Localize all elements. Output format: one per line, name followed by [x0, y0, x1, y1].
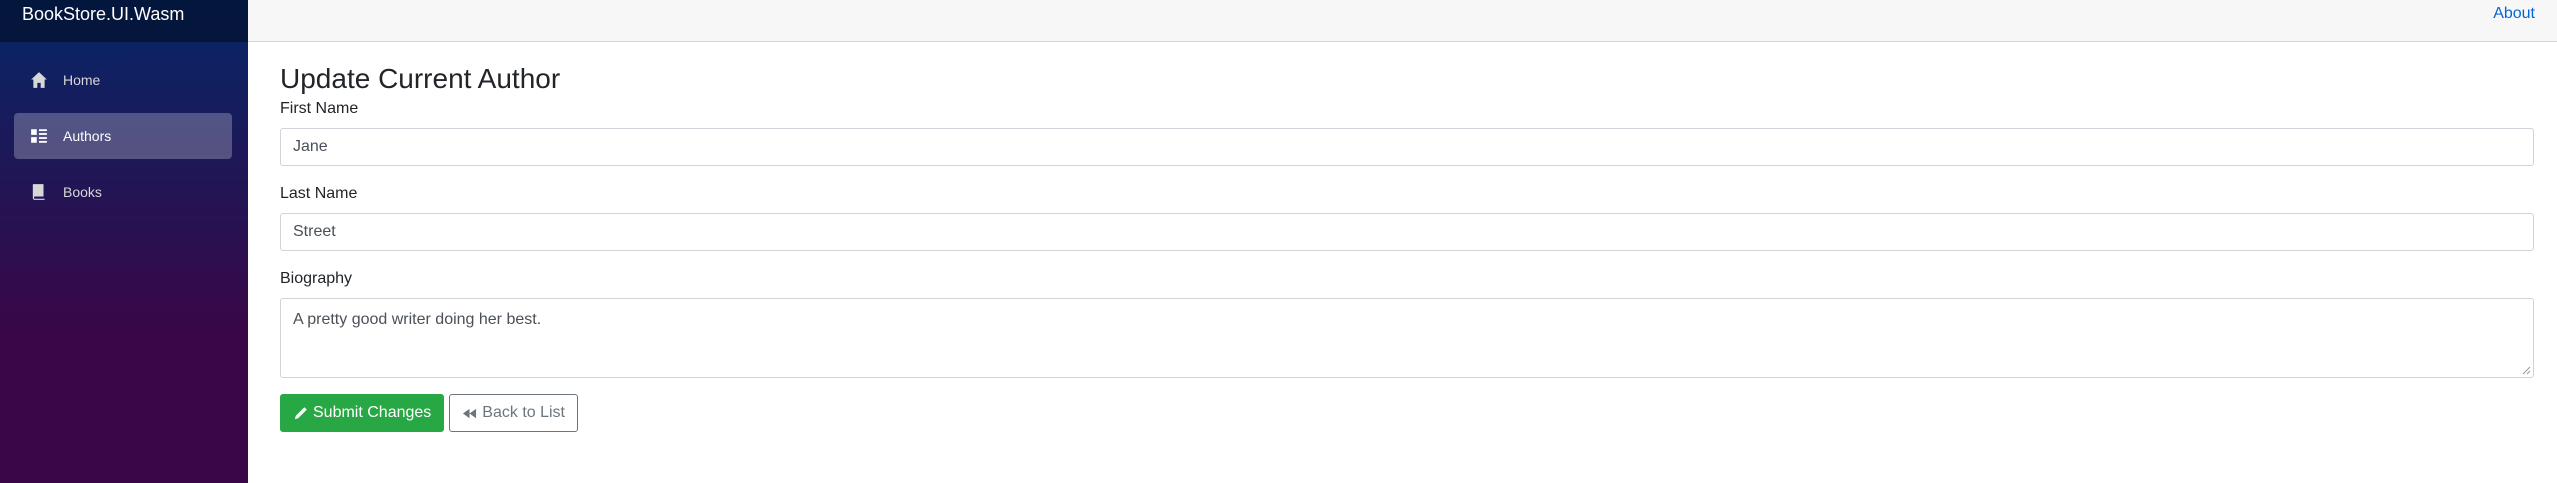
submit-changes-button[interactable]: Submit Changes	[280, 394, 445, 432]
sidebar-item-authors[interactable]: Authors	[14, 113, 232, 159]
first-name-label: First Name	[280, 100, 359, 117]
main-content: Update Current Author First Name Jane La…	[280, 42, 2534, 432]
back-to-list-button[interactable]: Back to List	[449, 394, 578, 432]
last-name-value: Street	[293, 223, 336, 240]
back-to-list-label: Back to List	[482, 404, 565, 421]
first-name-input[interactable]: Jane	[280, 128, 2534, 166]
pencil-icon	[294, 406, 307, 419]
last-name-input[interactable]: Street	[280, 213, 2534, 251]
top-row: About	[248, 0, 2557, 42]
home-icon	[29, 70, 49, 90]
book-icon	[29, 182, 49, 202]
brand-bar: BookStore.UI.Wasm	[0, 0, 248, 42]
biography-value: A pretty good writer doing her best.	[293, 311, 542, 328]
first-name-value: Jane	[293, 138, 328, 155]
about-link[interactable]: About	[2493, 5, 2535, 23]
biography-label: Biography	[280, 270, 353, 287]
sidebar-item-label: Home	[63, 72, 101, 88]
sidebar-item-books[interactable]: Books	[14, 169, 232, 215]
sidebar: BookStore.UI.Wasm Home Authors Books	[0, 0, 248, 483]
form-actions: Submit Changes Back to List	[280, 394, 2534, 432]
nav-menu: Home Authors Books	[0, 42, 248, 215]
first-name-group: First Name Jane	[280, 100, 2534, 166]
sidebar-item-home[interactable]: Home	[14, 57, 232, 103]
sidebar-item-label: Authors	[63, 128, 112, 144]
last-name-group: Last Name Street	[280, 185, 2534, 251]
app-brand[interactable]: BookStore.UI.Wasm	[22, 4, 184, 25]
submit-changes-label: Submit Changes	[313, 404, 432, 421]
list-icon	[29, 126, 49, 146]
backward-icon	[463, 408, 477, 418]
resize-grip-icon[interactable]	[2521, 365, 2531, 375]
biography-group: Biography A pretty good writer doing her…	[280, 270, 2534, 378]
sidebar-item-label: Books	[63, 184, 102, 200]
biography-textarea[interactable]: A pretty good writer doing her best.	[280, 298, 2534, 378]
last-name-label: Last Name	[280, 185, 358, 202]
page-title: Update Current Author	[280, 63, 561, 94]
